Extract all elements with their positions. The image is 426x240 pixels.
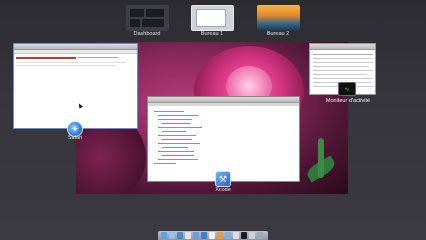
activity-monitor-icon[interactable]: ∿: [338, 82, 356, 96]
thumbnail-window: [196, 9, 226, 27]
stem: [318, 138, 324, 178]
dock-app-icon[interactable]: [193, 232, 199, 239]
trash-icon[interactable]: [257, 232, 263, 239]
dock-app-icon[interactable]: [209, 232, 215, 239]
xcode-label: Xcode: [215, 187, 231, 193]
safari-label: Safari: [67, 135, 83, 141]
space-label-bureau-2: Bureau 2: [266, 31, 290, 37]
dock-app-icon[interactable]: [241, 232, 247, 239]
page-header-strip: [16, 57, 76, 59]
space-label-dashboard: Dashboard: [133, 31, 161, 37]
widget-calendar: [142, 19, 164, 27]
xcode-window[interactable]: [147, 96, 300, 182]
widget-weather: [146, 9, 164, 17]
dock: [158, 231, 268, 240]
dock-app-icon[interactable]: [169, 232, 175, 239]
window-titlebar: [310, 44, 375, 50]
dock-app-icon[interactable]: [185, 232, 191, 239]
space-thumbnail-bureau-2[interactable]: [257, 5, 300, 31]
dock-app-icon[interactable]: [249, 232, 255, 239]
safari-window[interactable]: [13, 43, 138, 129]
dock-app-icon[interactable]: [225, 232, 231, 239]
space-label-bureau-1: Bureau 1: [200, 31, 224, 37]
toolbar: [148, 103, 299, 106]
graph-glyph: ∿: [344, 86, 350, 93]
dock-app-icon[interactable]: [201, 232, 207, 239]
hammer-icon[interactable]: ⚒: [215, 171, 231, 187]
finder-icon[interactable]: [161, 232, 167, 239]
spaces-bar: Dashboard Bureau 1 Bureau 2: [0, 0, 426, 40]
space-thumbnail-dashboard[interactable]: [126, 5, 169, 31]
widget-calculator: [130, 19, 140, 27]
widget-clock: [130, 9, 144, 17]
activity-monitor-label: Moniteur d'activité: [325, 98, 371, 104]
dock-app-icon[interactable]: [217, 232, 223, 239]
dock-app-icon[interactable]: [233, 232, 239, 239]
dock-app-icon[interactable]: [177, 232, 183, 239]
space-thumbnail-bureau-1[interactable]: [191, 5, 234, 31]
toolbar: [14, 50, 137, 54]
